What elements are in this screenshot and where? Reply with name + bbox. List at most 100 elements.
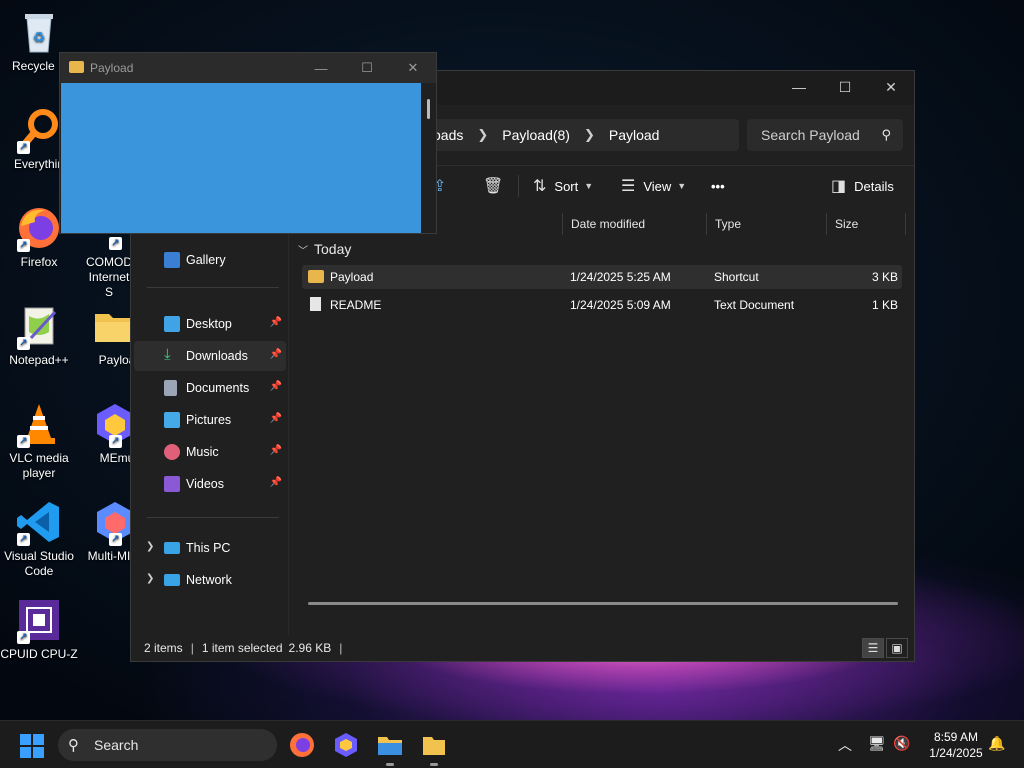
details-label: Details xyxy=(854,178,894,194)
chevron-right-icon[interactable]: ❯ xyxy=(146,573,154,584)
clock[interactable]: 8:59 AM 1/24/2025 xyxy=(918,729,994,761)
volume-muted-icon[interactable]: 🔇 xyxy=(893,735,910,752)
file-row[interactable]: README 1/24/2025 5:09 AM Text Document 1… xyxy=(302,293,902,317)
column-header-size[interactable]: Size xyxy=(826,213,906,235)
breadcrumb-item[interactable]: oads xyxy=(433,127,463,143)
details-pane-icon: ◨ xyxy=(831,178,847,195)
folder-icon xyxy=(69,61,84,73)
horizontal-scrollbar[interactable] xyxy=(308,602,898,605)
sidebar-item-network[interactable]: ❯ Network xyxy=(134,565,286,595)
breadcrumb-item[interactable]: Payload xyxy=(609,127,660,143)
sidebar-item-pictures[interactable]: Pictures 📌 xyxy=(134,405,286,435)
shortcut-arrow-icon: ↗ xyxy=(17,239,30,252)
payload-titlebar[interactable]: Payload — ☐ ✕ xyxy=(60,53,436,83)
sidebar-item-desktop[interactable]: Desktop 📌 xyxy=(134,309,286,339)
minimize-icon[interactable]: — xyxy=(298,53,344,83)
navigation-pane: Gallery Desktop 📌 ⤓ Downloads 📌 Document… xyxy=(131,205,289,635)
download-icon: ⤓ xyxy=(164,346,171,363)
details-view-icon[interactable]: ☰ xyxy=(862,638,884,658)
close-icon[interactable]: ✕ xyxy=(868,71,914,103)
status-divider: | xyxy=(339,641,343,655)
file-date: 1/24/2025 5:25 AM xyxy=(570,270,671,284)
delete-button[interactable]: 🗑 xyxy=(483,166,511,206)
file-size: 1 KB xyxy=(871,298,898,312)
sidebar-item-downloads[interactable]: ⤓ Downloads 📌 xyxy=(134,341,286,371)
tiles-view-icon[interactable]: ▣ xyxy=(886,638,908,658)
pin-icon[interactable]: 📌 xyxy=(270,413,282,424)
desktop-icon-cpu-z[interactable]: ↗ CPUID CPU-Z xyxy=(0,596,78,662)
file-size: 3 KB xyxy=(871,270,898,284)
desktop-icon-notepad-plus-plus[interactable]: ↗ Notepad++ xyxy=(0,302,78,368)
desktop-icon-label: Visual Studio Code xyxy=(4,549,74,578)
desktop-icon-label: VLC media player xyxy=(9,451,69,480)
taskbar-search[interactable]: ⚲ Search xyxy=(58,729,277,761)
start-button[interactable] xyxy=(20,734,44,758)
chevron-down-icon: ▼ xyxy=(677,181,687,191)
pin-icon[interactable]: 📌 xyxy=(270,349,282,360)
details-pane-button[interactable]: ◨ Details xyxy=(831,166,894,206)
chevron-right-icon[interactable]: ❯ xyxy=(584,127,595,143)
file-list: Date modified Type Size ﹀ Today Payload 1… xyxy=(290,205,914,635)
search-placeholder: Search Payload xyxy=(761,127,860,143)
notification-bell-icon[interactable]: 🔔 xyxy=(988,735,1005,752)
taskbar-memu[interactable] xyxy=(332,731,360,759)
selection-size: 2.96 KB xyxy=(288,641,332,655)
pin-icon[interactable]: 📌 xyxy=(270,477,282,488)
memu-icon xyxy=(335,733,357,757)
desktop-icon-label: CPUID CPU-Z xyxy=(0,647,78,661)
chevron-right-icon[interactable]: ❯ xyxy=(477,127,488,143)
maximize-icon[interactable]: ☐ xyxy=(344,53,390,83)
toolbar-divider xyxy=(518,175,519,197)
taskbar-search-label: Search xyxy=(94,737,139,753)
chevron-up-icon[interactable]: ︿ xyxy=(838,735,852,755)
text-file-icon xyxy=(310,297,321,311)
close-icon[interactable]: ✕ xyxy=(390,53,436,83)
vscode-icon: ↗ xyxy=(15,498,63,546)
sidebar-divider xyxy=(147,287,279,288)
taskbar: ⚲ Search ︿ 🖥 🔇 8:59 AM 1/24/2025 🔔 xyxy=(0,720,1024,768)
payload-window[interactable]: Payload — ☐ ✕ xyxy=(59,52,437,234)
sidebar-item-documents[interactable]: Documents 📌 xyxy=(134,373,286,403)
sidebar-item-this-pc[interactable]: ❯ This PC xyxy=(134,533,286,563)
item-count: 2 items xyxy=(144,641,183,655)
sort-button[interactable]: ⇅ Sort ▼ xyxy=(533,166,593,206)
folder-icon xyxy=(423,737,445,755)
vertical-scrollbar[interactable] xyxy=(427,99,430,119)
search-input[interactable]: Search Payload ⚲ xyxy=(747,119,903,151)
file-date: 1/24/2025 5:09 AM xyxy=(570,298,671,312)
chevron-right-icon[interactable]: ❯ xyxy=(146,541,154,552)
documents-icon xyxy=(164,380,177,396)
taskbar-firefox[interactable] xyxy=(288,731,316,759)
group-header[interactable]: ﹀ Today xyxy=(298,241,351,257)
clock-date: 1/24/2025 xyxy=(929,746,983,760)
column-header-date[interactable]: Date modified xyxy=(562,213,706,235)
minimize-icon[interactable]: — xyxy=(776,71,822,103)
folder-shortcut-icon xyxy=(308,270,324,283)
pin-icon[interactable]: 📌 xyxy=(270,317,282,328)
file-name: Payload xyxy=(330,270,374,284)
clock-time: 8:59 AM xyxy=(933,730,979,744)
pin-icon[interactable]: 📌 xyxy=(270,381,282,392)
desktop-icon-label: Firefox xyxy=(20,255,58,269)
taskbar-payload[interactable] xyxy=(420,731,448,766)
maximize-icon[interactable]: ☐ xyxy=(822,71,868,103)
desktop-icon-vlc[interactable]: ↗ VLC media player xyxy=(0,400,78,481)
sidebar-item-music[interactable]: Music 📌 xyxy=(134,437,286,467)
view-list-icon: ☰ xyxy=(621,178,636,195)
view-button[interactable]: ☰ View ▼ xyxy=(621,166,686,206)
more-options-button[interactable]: ••• xyxy=(711,166,725,206)
file-explorer-icon xyxy=(378,737,402,755)
gallery-icon xyxy=(164,252,180,268)
network-status-icon[interactable]: 🖥 xyxy=(868,735,886,752)
windows-logo-icon xyxy=(20,734,31,745)
breadcrumb-item[interactable]: Payload(8) xyxy=(502,127,570,143)
pin-icon[interactable]: 📌 xyxy=(270,445,282,456)
taskbar-file-explorer[interactable] xyxy=(376,731,404,766)
file-row[interactable]: Payload 1/24/2025 5:25 AM Shortcut 3 KB xyxy=(302,265,902,289)
chevron-down-icon: ▼ xyxy=(584,181,594,191)
sidebar-item-gallery[interactable]: Gallery xyxy=(134,245,286,275)
desktop-icon-vscode[interactable]: ↗ Visual Studio Code xyxy=(0,498,78,579)
column-header-type[interactable]: Type xyxy=(706,213,826,235)
shortcut-arrow-icon: ↗ xyxy=(109,435,122,448)
sidebar-item-videos[interactable]: Videos 📌 xyxy=(134,469,286,499)
